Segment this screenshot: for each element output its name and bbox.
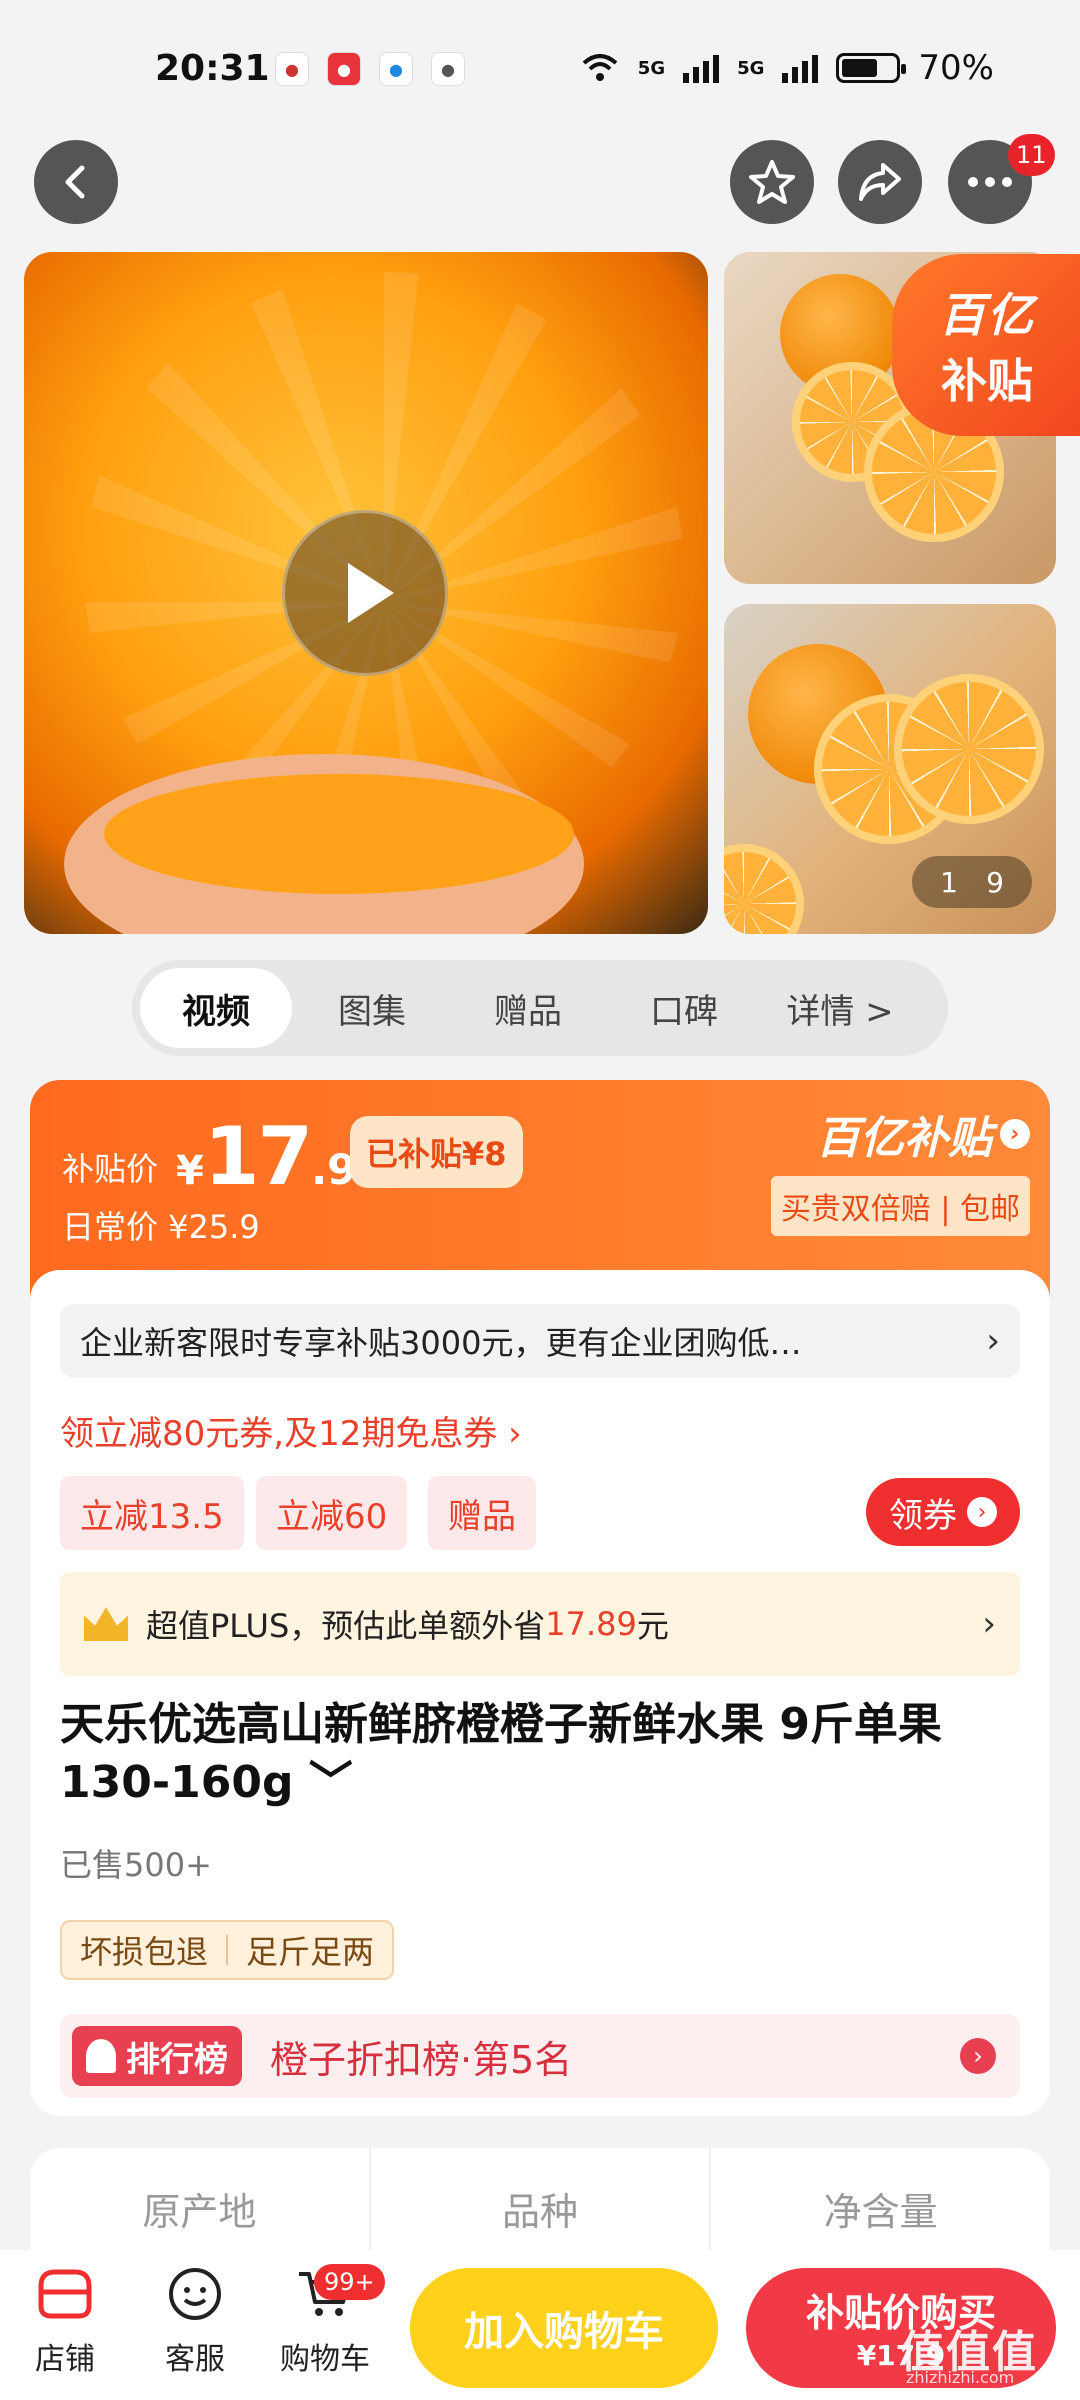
ranking-bar[interactable]: 排行榜 橙子折扣榜·第5名 ›	[60, 2014, 1020, 2098]
tab-reviews[interactable]: 口碑	[608, 968, 760, 1048]
cart-badge: 99+	[314, 2264, 385, 2300]
billion-subsidy-logo: 百亿补贴 ›	[771, 1102, 1030, 1166]
notification-icons: ● ● ● ●	[275, 52, 465, 86]
get-coupon-button[interactable]: 领券 ›	[866, 1478, 1020, 1546]
daily-price: 日常价 ¥25.9	[62, 1208, 260, 1246]
price-integer: 17	[203, 1110, 313, 1203]
more-dots-icon	[968, 177, 1012, 187]
plus-suffix: 元	[636, 1607, 669, 1645]
share-icon	[859, 163, 901, 201]
product-info-card: 企业新客限时专享补贴3000元，更有企业团购低… › 领立减80元券,及12期免…	[30, 1270, 1050, 2116]
orange-rind-image	[104, 774, 574, 894]
subsidy-price-label: 补贴价	[62, 1150, 159, 1188]
billion-subsidy-badge: 百亿 补贴	[892, 254, 1080, 436]
plus-savings-bar[interactable]: 超值PLUS，预估此单额外省 17.89 元 ›	[60, 1572, 1020, 1676]
star-icon	[749, 160, 795, 204]
promo-row: 立减13.5 立减60 赠品 领券 ›	[60, 1476, 1020, 1550]
chevron-right-icon: ›	[960, 2038, 996, 2074]
product-title[interactable]: 天乐优选高山新鲜脐橙橙子新鲜水果 9斤单果130-160g ﹀	[60, 1696, 1030, 1812]
tab-details[interactable]: 详情 >	[764, 968, 916, 1048]
network-label-1: 5G	[637, 57, 666, 79]
sold-count: 已售500+	[60, 1846, 212, 1884]
tab-gallery[interactable]: 图集	[296, 968, 448, 1048]
store-icon	[33, 2264, 97, 2324]
trophy-icon	[86, 2039, 116, 2073]
battery-icon	[836, 53, 907, 83]
promo-chip[interactable]: 赠品	[428, 1476, 536, 1550]
share-button[interactable]	[838, 140, 922, 224]
media-tabs: 视频 图集 赠品 口碑 详情 >	[132, 960, 948, 1056]
add-to-cart-button[interactable]: 加入购物车	[410, 2268, 718, 2388]
guarantee-item: 坏损包退	[80, 1933, 209, 1971]
crown-icon	[84, 1607, 128, 1641]
service-icon	[163, 2264, 227, 2324]
page-current: 1	[940, 865, 958, 899]
notice-text: 企业新客限时专享补贴3000元，更有企业团购低…	[80, 1324, 802, 1362]
baidu-app-icon: ●	[275, 52, 309, 86]
plus-amount: 17.89	[545, 1605, 637, 1643]
brand-guarantee: 买贵双倍赔 | 包邮	[770, 1176, 1030, 1236]
status-time: 20:31	[155, 48, 270, 89]
chevron-right-icon: ›	[986, 1321, 1000, 1361]
orange-slice-image	[894, 674, 1044, 824]
chevron-left-icon	[65, 165, 85, 199]
chevron-right-icon: ›	[982, 1604, 996, 1644]
realme-app-icon: ●	[431, 52, 465, 86]
subsidy-amount-tag: 已补贴¥8	[350, 1116, 523, 1188]
jd-app-icon: ●	[327, 52, 361, 86]
guarantee-item: 足斤足两	[246, 1933, 375, 1971]
back-button[interactable]	[34, 140, 118, 224]
promo-chip[interactable]: 立减60	[256, 1476, 408, 1550]
ranking-tag: 排行榜	[72, 2026, 242, 2086]
enterprise-notice[interactable]: 企业新客限时专享补贴3000元，更有企业团购低… ›	[60, 1304, 1020, 1378]
gallery-page-indicator: 1 9	[912, 856, 1032, 908]
tab-video[interactable]: 视频	[140, 968, 292, 1048]
signal-icon-2	[782, 53, 819, 83]
search-app-icon: ●	[379, 52, 413, 86]
battery-percent: 70%	[918, 48, 994, 88]
promo-chip[interactable]: 立减13.5	[60, 1476, 244, 1550]
orange-slice-image	[724, 844, 804, 934]
price-currency: ¥	[176, 1148, 204, 1194]
page-total: 9	[986, 865, 1004, 899]
coupon-link[interactable]: 领立减80元券,及12期免息券 ›	[60, 1406, 522, 1455]
store-button[interactable]: 店铺	[10, 2264, 120, 2378]
brand-text: 百亿补贴	[816, 1113, 992, 1164]
cart-label: 购物车	[280, 2342, 370, 2377]
service-guarantees[interactable]: 坏损包退 足斤足两	[60, 1920, 395, 1980]
network-label-2: 5G	[737, 57, 765, 79]
status-bar: 20:31 ● ● ● ● 5G 5G 70%	[0, 0, 1080, 140]
badge-line-1: 百亿	[939, 288, 1035, 342]
subsidy-price: ¥17.9	[176, 1110, 356, 1203]
favorite-button[interactable]	[730, 140, 814, 224]
service-label: 客服	[165, 2342, 225, 2377]
ranking-text: 橙子折扣榜·第5名	[270, 2037, 573, 2082]
wifi-icon	[582, 54, 618, 81]
ranking-tag-label: 排行榜	[126, 2039, 228, 2080]
chevron-right-icon: ›	[1000, 1119, 1030, 1149]
play-video-button[interactable]	[282, 510, 448, 676]
signal-icon-1	[683, 53, 720, 83]
plus-prefix: 超值PLUS，预估此单额外省	[146, 1607, 546, 1645]
store-label: 店铺	[35, 2342, 95, 2377]
billion-subsidy-link[interactable]: 百亿补贴 › 买贵双倍赔 | 包邮	[770, 1102, 1030, 1236]
chevron-right-icon: ›	[967, 1497, 997, 1527]
badge-line-2: 补贴	[941, 354, 1033, 408]
watermark-url: zhizhizhi.com	[906, 2368, 1015, 2387]
status-indicators: 5G 5G 70%	[580, 48, 994, 88]
notification-badge: 11	[1008, 134, 1055, 176]
customer-service-button[interactable]: 客服	[140, 2264, 250, 2378]
coupon-button-label: 领券	[889, 1495, 957, 1536]
tab-gifts[interactable]: 赠品	[452, 968, 604, 1048]
